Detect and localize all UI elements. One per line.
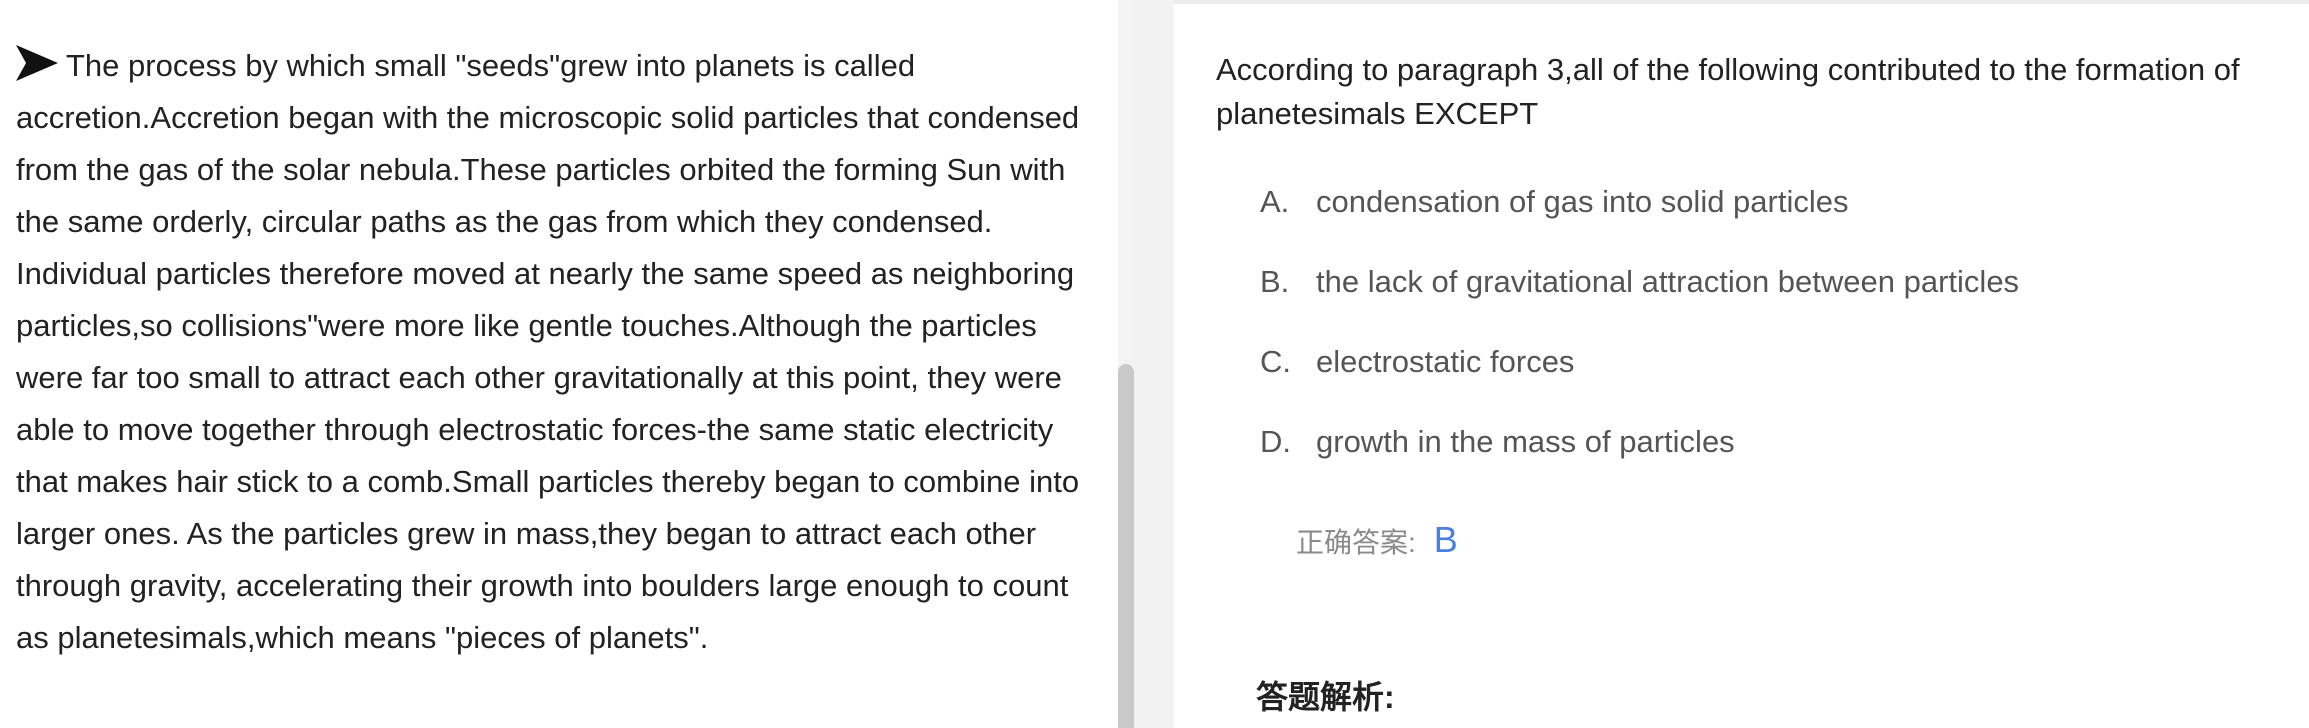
- option-letter: C.: [1260, 344, 1291, 379]
- passage-paragraph: The process by which small "seeds"grew i…: [16, 40, 1106, 664]
- option-letter: D.: [1260, 424, 1291, 459]
- question-pane: According to paragraph 3,all of the foll…: [1174, 0, 2309, 728]
- answer-options: A. condensation of gas into solid partic…: [1260, 184, 2019, 504]
- reading-question-page: The process by which small "seeds"grew i…: [0, 0, 2309, 728]
- correct-answer-label: 正确答案:: [1296, 527, 1416, 558]
- option-text: condensation of gas into solid particles: [1316, 184, 1849, 219]
- arrow-right-icon: [16, 45, 58, 81]
- option-text: the lack of gravitational attraction bet…: [1316, 264, 2020, 299]
- option-b[interactable]: B. the lack of gravitational attraction …: [1260, 264, 2019, 344]
- pane-divider: [1134, 0, 1174, 728]
- analysis-heading: 答题解析:: [1256, 679, 1395, 715]
- correct-answer-value: B: [1433, 519, 1458, 560]
- correct-answer: 正确答案: B: [1296, 519, 1458, 561]
- question-text: According to paragraph 3,all of the foll…: [1216, 52, 2240, 131]
- option-text: growth in the mass of particles: [1316, 424, 1735, 459]
- passage-scrollbar-thumb[interactable]: [1118, 364, 1134, 728]
- passage-pane: The process by which small "seeds"grew i…: [0, 0, 1133, 728]
- option-text: electrostatic forces: [1316, 344, 1575, 379]
- option-letter: B.: [1260, 264, 1290, 299]
- option-letter: A.: [1260, 184, 1290, 219]
- option-d[interactable]: D. growth in the mass of particles: [1260, 424, 2019, 504]
- passage-text: The process by which small "seeds"grew i…: [16, 48, 1080, 655]
- option-c[interactable]: C. electrostatic forces: [1260, 344, 2019, 424]
- option-a[interactable]: A. condensation of gas into solid partic…: [1260, 184, 2019, 264]
